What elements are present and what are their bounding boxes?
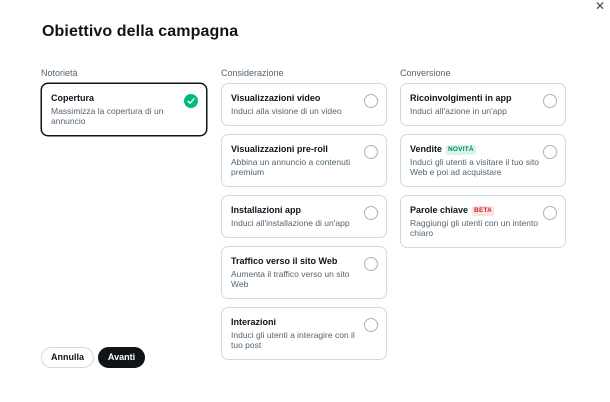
objective-title: Visualizzazioni video xyxy=(231,93,321,103)
radio-button[interactable] xyxy=(364,318,378,332)
objective-description: Induci alla visione di un video xyxy=(231,106,342,116)
radio-button[interactable] xyxy=(543,145,557,159)
objective-title-row: Installazioni app xyxy=(231,205,360,216)
radio-button[interactable] xyxy=(364,94,378,108)
objective-title: Vendite xyxy=(410,144,443,154)
radio-button[interactable] xyxy=(543,94,557,108)
objective-card[interactable]: Ricoinvolgimenti in app Induci all'azione… xyxy=(400,83,566,126)
column-conversion: Conversione Ricoinvolgimenti in app Induc… xyxy=(400,66,566,256)
check-circle-icon[interactable] xyxy=(184,94,198,108)
objective-title-row: Visualizzazioni pre-roll xyxy=(231,144,360,155)
column-awareness: Notorietà Copertura Massimizza la copertu… xyxy=(41,66,207,144)
objective-description: Induci all'installazione di un'app xyxy=(231,218,350,228)
objective-title-row: Visualizzazioni video xyxy=(231,93,360,104)
objective-title-row: Copertura xyxy=(51,93,180,104)
objective-title: Copertura xyxy=(51,93,95,103)
radio-button[interactable] xyxy=(364,206,378,220)
objective-title-row: Traffico verso il sito Web xyxy=(231,256,360,267)
objective-description: Induci gli utenti a visitare il tuo sito… xyxy=(410,157,539,177)
objective-description: Induci gli utenti a interagire con il tu… xyxy=(231,330,355,350)
objective-card[interactable]: Visualizzazioni video Induci alla visione… xyxy=(221,83,387,126)
objective-card[interactable]: Parole chiave BETA Raggiungi gli utenti co… xyxy=(400,195,566,248)
objective-card[interactable]: Visualizzazioni pre-roll Abbina un annunc… xyxy=(221,134,387,187)
next-button[interactable]: Avanti xyxy=(98,347,145,368)
objective-badge: NOVITÀ xyxy=(446,144,476,155)
dialog-title: Obiettivo della campagna xyxy=(42,23,239,40)
close-icon[interactable]: ✕ xyxy=(593,0,607,14)
objective-card[interactable]: Traffico verso il sito Web Aumenta il tra… xyxy=(221,246,387,299)
objective-title: Ricoinvolgimenti in app xyxy=(410,93,512,103)
column-label: Notorietà xyxy=(41,68,78,78)
objective-title: Installazioni app xyxy=(231,205,302,215)
column-label: Considerazione xyxy=(221,68,284,78)
radio-button[interactable] xyxy=(364,145,378,159)
cancel-button[interactable]: Annulla xyxy=(41,347,94,368)
column-label: Conversione xyxy=(400,68,451,78)
objective-card[interactable]: Installazioni app Induci all'installazion… xyxy=(221,195,387,238)
objective-description: Massimizza la copertura di un annuncio xyxy=(51,106,164,126)
objective-title-row: Parole chiave BETA xyxy=(410,205,539,216)
objective-title-row: Vendite NOVITÀ xyxy=(410,144,539,155)
objective-title: Interazioni xyxy=(231,317,277,327)
objective-badge: BETA xyxy=(472,205,495,216)
objective-title: Traffico verso il sito Web xyxy=(231,256,338,266)
objective-description: Raggiungi gli utenti con un intento chia… xyxy=(410,218,539,238)
objective-title-row: Interazioni xyxy=(231,317,360,328)
objective-title-row: Ricoinvolgimenti in app xyxy=(410,93,539,104)
objective-title: Visualizzazioni pre-roll xyxy=(231,144,328,154)
radio-button[interactable] xyxy=(364,257,378,271)
objective-card[interactable]: Interazioni Induci gli utenti a interagir… xyxy=(221,307,387,360)
objective-card[interactable]: Vendite NOVITÀ Induci gli utenti a visitar… xyxy=(400,134,566,187)
radio-button[interactable] xyxy=(543,206,557,220)
objective-title: Parole chiave xyxy=(410,205,469,215)
objective-description: Aumenta il traffico verso un sito Web xyxy=(231,269,350,289)
objective-description: Abbina un annuncio a contenuti premium xyxy=(231,157,351,177)
column-consideration: Considerazione Visualizzazioni video Indu… xyxy=(221,66,387,368)
objective-description: Induci all'azione in un'app xyxy=(410,106,507,116)
objective-card[interactable]: Copertura Massimizza la copertura di un a… xyxy=(41,83,207,136)
